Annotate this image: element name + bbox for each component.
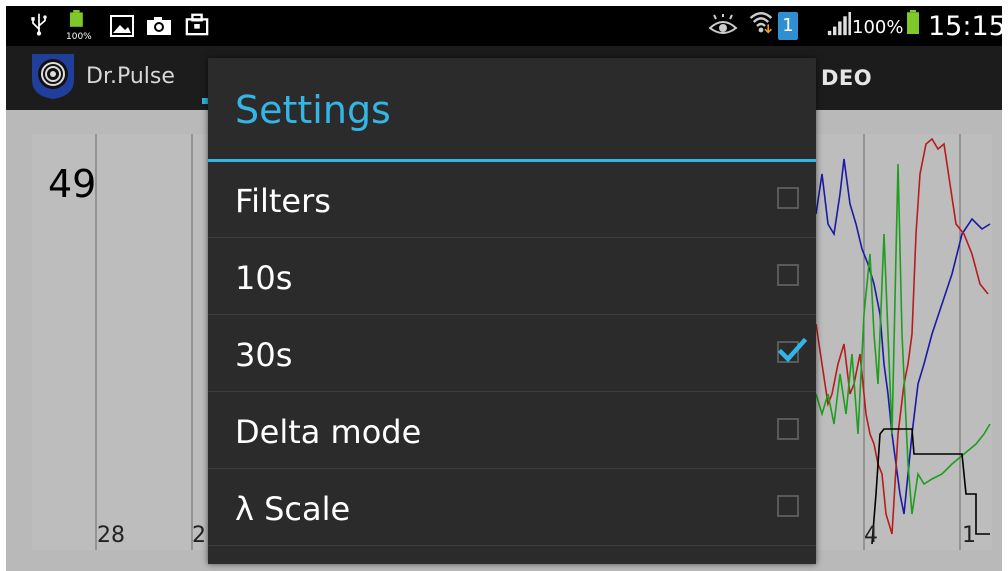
clock: 15:15 xyxy=(928,11,1006,42)
series-line xyxy=(815,163,991,515)
image-icon xyxy=(110,15,134,37)
x-tick-label: 1 xyxy=(962,523,976,548)
series-line xyxy=(815,158,991,515)
setting-label: 10s xyxy=(235,259,293,297)
briefcase-icon xyxy=(185,13,209,36)
battery-percent: 100% xyxy=(852,17,904,38)
x-tick-label: 4 xyxy=(864,523,878,548)
row-divider xyxy=(208,391,816,392)
setting-delta-mode[interactable]: Delta mode xyxy=(208,393,816,469)
row-divider xyxy=(208,314,816,315)
tab-video-partial[interactable]: DEO xyxy=(821,66,872,90)
dialog-title: Settings xyxy=(235,88,391,132)
row-divider xyxy=(208,545,816,546)
setting-30s[interactable]: 30s xyxy=(208,316,816,392)
wifi-icon xyxy=(749,12,773,34)
app-title: Dr.Pulse xyxy=(86,64,175,89)
app-logo-icon[interactable] xyxy=(30,52,76,100)
battery-icon xyxy=(907,10,919,34)
delta-mode-checkbox[interactable] xyxy=(777,418,799,440)
30s-checkbox[interactable] xyxy=(777,337,807,363)
camera-icon xyxy=(147,17,171,35)
status-bar: 100% 1 100% 15:15 xyxy=(6,6,1006,46)
setting-label: Filters xyxy=(235,182,331,220)
settings-dialog: Settings Filters 10s 30s Delta mode λ Sc… xyxy=(208,58,816,564)
setting-10s[interactable]: 10s xyxy=(208,239,816,315)
eye-icon xyxy=(708,14,738,34)
lambda-scale-checkbox[interactable] xyxy=(777,495,799,517)
10s-checkbox[interactable] xyxy=(777,264,799,286)
x-tick-label: 2 xyxy=(192,523,206,548)
signal-icon xyxy=(827,12,851,36)
setting-lambda-scale[interactable]: λ Scale xyxy=(208,470,816,546)
setting-label: λ Scale xyxy=(235,490,351,528)
pulse-value: 49 xyxy=(48,162,97,206)
setting-filters[interactable]: Filters xyxy=(208,162,816,238)
usb-icon xyxy=(31,13,47,36)
notification-badge: 1 xyxy=(778,12,798,40)
row-divider xyxy=(208,237,816,238)
setting-label: 30s xyxy=(235,336,293,374)
setting-label: Delta mode xyxy=(235,413,422,451)
x-tick-label: 28 xyxy=(97,523,125,548)
checkmark-icon xyxy=(777,337,807,363)
battery-notify-label: 100% xyxy=(66,32,92,42)
battery-notify-icon xyxy=(70,10,83,27)
filters-checkbox[interactable] xyxy=(777,187,799,209)
row-divider xyxy=(208,468,816,469)
